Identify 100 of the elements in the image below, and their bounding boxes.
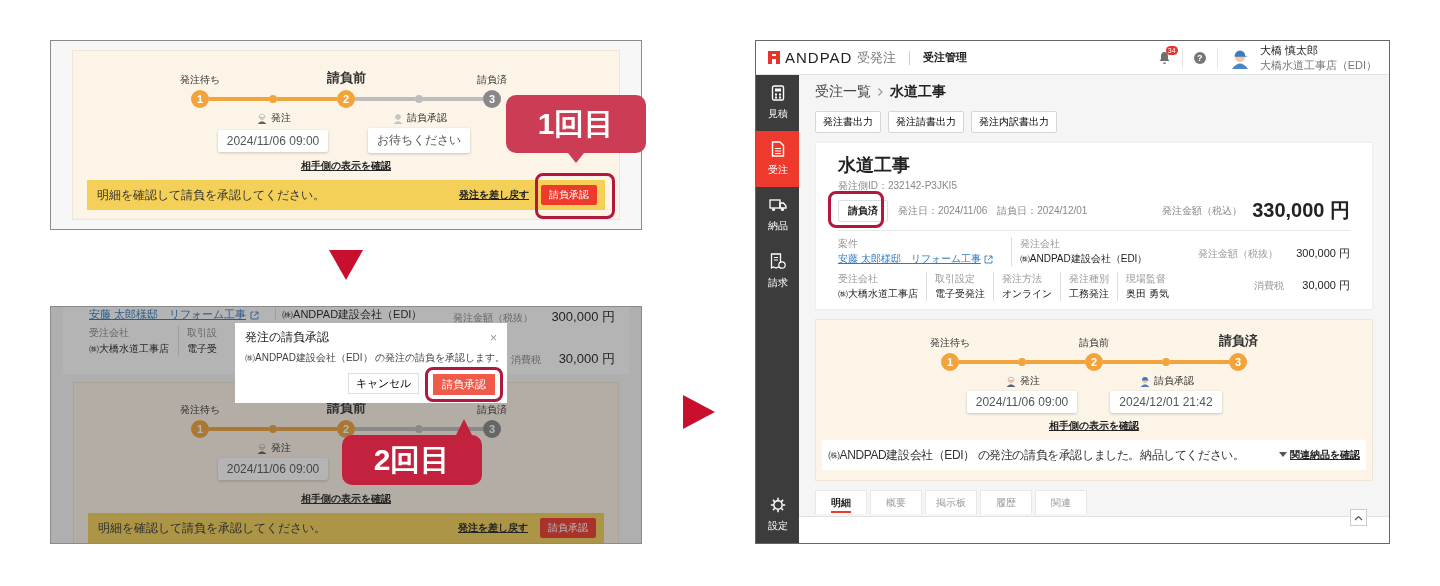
breadcrumb-link[interactable]: 受注一覧 xyxy=(815,83,871,101)
field-label: 取引設 xyxy=(187,326,217,340)
amount-value: 30,000 円 xyxy=(558,350,615,368)
stage-label: 請負前 xyxy=(326,69,366,87)
amount-value: 30,000 円 xyxy=(1302,277,1350,293)
section-title: 受注管理 xyxy=(923,50,968,65)
field-value: ㈱大橋水道工事店 xyxy=(89,342,169,356)
user-company: 大橋水道工事店（EDI） xyxy=(1259,57,1377,73)
partner-view-link[interactable]: 相手側の表示を確認 xyxy=(301,159,391,173)
step-callout: 1回目 xyxy=(506,95,646,163)
approve-button[interactable]: 請負承認 xyxy=(541,185,597,205)
approve-button[interactable]: 請負承認 xyxy=(540,518,596,538)
product-name: 受発注 xyxy=(857,48,897,67)
amount-label: 消費税 xyxy=(1254,278,1285,293)
step-number: 3 xyxy=(483,90,501,108)
project-link[interactable]: 安藤 太郎様邸 リフォーム工事 xyxy=(89,308,247,320)
breadcrumb-current: 水道工事 xyxy=(890,83,946,101)
export-button[interactable]: 発注内訳書出力 xyxy=(971,111,1057,133)
stage-label: 発注待ち xyxy=(180,73,220,87)
event-label: 発注 xyxy=(270,111,291,125)
receipt-icon xyxy=(769,252,786,270)
timestamp-bubble: 2024/11/06 09:00 xyxy=(217,129,329,152)
sidebar-item[interactable]: 納品 xyxy=(756,187,799,243)
person-icon xyxy=(1138,375,1151,387)
send-back-link[interactable]: 発注を差し戻す xyxy=(459,188,529,202)
truck-icon xyxy=(768,197,787,213)
event-label: 発注 xyxy=(270,441,291,455)
partner-view-link[interactable]: 相手側の表示を確認 xyxy=(1049,419,1139,433)
status-message: ㈱ANDPAD建設会社（EDI） の発注の請負を承認しました。納品してください。 xyxy=(828,446,1245,464)
export-button[interactable]: 発注請書出力 xyxy=(888,111,964,133)
field-label: 発注方法 xyxy=(1002,272,1043,286)
send-back-link[interactable]: 発注を差し戻す xyxy=(458,521,528,535)
order-date: 発注日：2024/11/06 xyxy=(898,203,988,218)
dialog-message: ㈱ANDPAD建設会社（EDI） の発注の請負を承認します。 xyxy=(245,351,497,365)
person-icon xyxy=(391,112,404,124)
calculator-icon xyxy=(770,85,785,101)
order-id: 発注側ID：232142-P3JKI5 xyxy=(838,179,958,193)
amount-label: 発注金額（税抜） xyxy=(453,311,534,325)
tab[interactable]: 明細 xyxy=(815,490,867,514)
cancel-button[interactable]: キャンセル xyxy=(348,373,419,394)
down-arrow-icon xyxy=(329,250,363,280)
contract-date: 請負日：2024/12/01 xyxy=(997,203,1088,218)
field-value: オンライン xyxy=(1002,287,1052,301)
stage-label: 請負済 xyxy=(477,403,507,417)
settings-icon xyxy=(769,497,786,513)
settings-item[interactable]: 設定 xyxy=(756,487,799,543)
export-button[interactable]: 発注書出力 xyxy=(815,111,881,133)
person-icon xyxy=(255,112,268,124)
chevron-up-icon xyxy=(1354,514,1363,521)
timestamp-bubble: 2024/11/06 09:00 xyxy=(966,391,1078,413)
event-label: 請負承認 xyxy=(1153,374,1194,388)
step-number: 2 xyxy=(1085,353,1103,371)
stage-label: 請負済 xyxy=(477,73,507,87)
amount-label: 発注金額（税抜） xyxy=(1198,246,1279,261)
field-value: 工務発注 xyxy=(1069,287,1109,301)
field-label: 発注種別 xyxy=(1069,272,1109,286)
step-number: 2 xyxy=(337,90,355,108)
dialog-title: 発注の請負承認 xyxy=(245,329,329,346)
timestamp-bubble: お待ちください xyxy=(368,128,470,153)
field-label: 発注会社 xyxy=(1019,237,1061,251)
total-label: 発注金額（税込） xyxy=(1162,203,1243,218)
help-button[interactable]: ? xyxy=(1193,51,1206,64)
stage-label: 発注待ち xyxy=(930,336,970,350)
order-title: 水道工事 xyxy=(838,154,911,177)
notice-message: 明細を確認して請負を承認してください。 xyxy=(97,186,326,204)
field-value: 電子受 xyxy=(187,342,217,356)
field-label: 現場監督 xyxy=(1126,272,1167,286)
field-value: ㈱ANDPAD建設会社（EDI） xyxy=(275,308,423,320)
timestamp-bubble: 2024/11/06 09:00 xyxy=(217,458,329,480)
step-number: 3 xyxy=(1229,353,1247,371)
total-amount: 330,000 円 xyxy=(1252,198,1350,223)
step-number: 3 xyxy=(483,420,501,438)
sidebar-item[interactable]: 受注 xyxy=(756,131,799,187)
step-number: 2 xyxy=(337,420,355,438)
event-label: 請負承認 xyxy=(406,111,447,125)
project-link[interactable]: 安藤 太郎様邸 リフォーム工事 xyxy=(838,252,981,266)
brand-name: ANDPAD xyxy=(785,49,853,66)
sidebar-item[interactable]: 見積 xyxy=(756,75,799,131)
status-chip: 請負済 xyxy=(838,199,888,222)
person-icon xyxy=(1004,375,1017,387)
right-arrow-icon xyxy=(682,395,715,429)
notice-message: 明細を確認して請負を承認してください。 xyxy=(98,519,327,537)
user-name: 大橋 慎太郎 xyxy=(1259,42,1319,58)
logo-icon xyxy=(768,51,780,64)
field-value: ㈱大橋水道工事店 xyxy=(838,287,918,301)
stage-label: 発注待ち xyxy=(180,403,220,417)
external-link-icon xyxy=(983,254,993,264)
timestamp-bubble: 2024/12/01 21:42 xyxy=(1110,391,1222,413)
sidebar-item[interactable]: 請求 xyxy=(756,243,799,299)
related-delivery-link[interactable]: 関連納品を確認 xyxy=(1290,448,1360,462)
scroll-top-button[interactable] xyxy=(1350,509,1367,526)
document-icon xyxy=(770,141,785,157)
field-value: 電子受発注 xyxy=(935,287,985,301)
highlight-ring xyxy=(828,191,884,228)
partner-view-link[interactable]: 相手側の表示を確認 xyxy=(301,492,391,506)
field-value: 奥田 勇気 xyxy=(1126,287,1169,301)
field-label: 受注会社 xyxy=(89,326,130,340)
event-label: 発注 xyxy=(1019,374,1040,388)
amount-label: 消費税 xyxy=(510,353,541,367)
field-label: 受注会社 xyxy=(838,272,879,286)
